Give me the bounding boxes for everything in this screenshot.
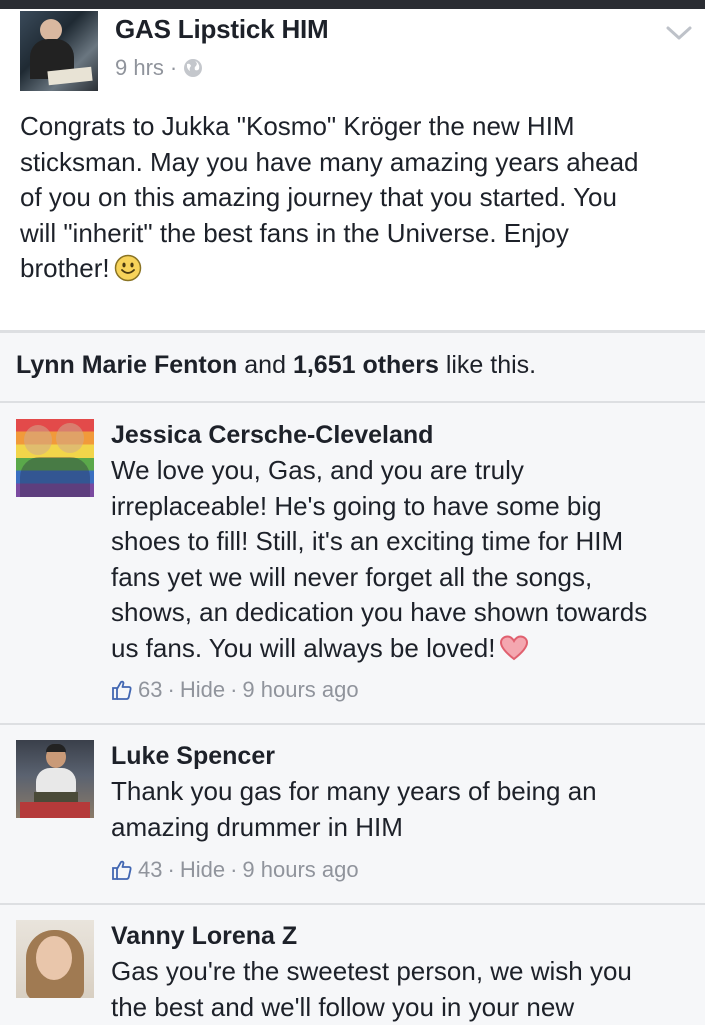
post-author-name[interactable]: GAS Lipstick HIM <box>115 14 329 45</box>
post-body-line: Congrats to Jukka "Kosmo" Kröger the new… <box>20 109 690 145</box>
comment-actions: 43 · Hide · 9 hours ago <box>111 857 359 883</box>
comment-actions: 63 · Hide · 9 hours ago <box>111 677 359 703</box>
likes-suffix: like this. <box>446 351 536 379</box>
commenter-name[interactable]: Jessica Cersche-Cleveland <box>111 421 433 450</box>
comment-item: Vanny Lorena Z Gas you're the sweetest p… <box>0 905 705 1024</box>
post-body-line: sticksman. May you have many amazing yea… <box>20 145 690 181</box>
thumbs-up-icon[interactable] <box>111 679 133 701</box>
commenter-avatar[interactable] <box>16 740 94 818</box>
comment-item: Jessica Cersche-Cleveland We love you, G… <box>0 403 705 723</box>
comment-time[interactable]: 9 hours ago <box>242 857 358 883</box>
post-body-line: of you on this amazing journey that you … <box>20 180 690 216</box>
comment-line: We love you, Gas, and you are truly <box>111 453 691 489</box>
comment-line: Gas you're the sweetest person, we wish … <box>111 954 691 990</box>
commenter-name[interactable]: Vanny Lorena Z <box>111 922 297 951</box>
hide-link[interactable]: Hide <box>180 677 225 703</box>
comment-line: irreplaceable! He's going to have some b… <box>111 489 691 525</box>
comment-text: Thank you gas for many years of being an… <box>111 774 691 845</box>
globe-icon <box>183 58 203 78</box>
comment-like-count[interactable]: 43 <box>138 857 162 883</box>
post-card: GAS Lipstick HIM 9 hrs · Congrats to Juk… <box>0 9 705 330</box>
post-meta: 9 hrs · <box>115 55 203 81</box>
meta-separator: · <box>167 677 174 703</box>
post-body-line-last: brother! <box>20 251 690 287</box>
comment-line: fans yet we will never forget all the so… <box>111 560 691 596</box>
meta-separator: · <box>230 677 237 703</box>
likes-summary[interactable]: Lynn Marie Fenton and 1,651 others like … <box>0 333 705 401</box>
hide-link[interactable]: Hide <box>180 857 225 883</box>
heart-icon <box>499 634 529 662</box>
status-bar <box>0 0 705 9</box>
likes-count[interactable]: 1,651 others <box>293 351 439 379</box>
post-body-line: will "inherit" the best fans in the Univ… <box>20 216 690 252</box>
likes-and: and <box>244 351 286 379</box>
comment-time[interactable]: 9 hours ago <box>242 677 358 703</box>
comment-like-count[interactable]: 63 <box>138 677 162 703</box>
comment-text: Gas you're the sweetest person, we wish … <box>111 954 691 1025</box>
commenter-avatar[interactable] <box>16 419 94 497</box>
post-body: Congrats to Jukka "Kosmo" Kröger the new… <box>20 109 690 287</box>
comment-line-last: us fans. You will always be loved! <box>111 631 691 667</box>
smile-icon <box>114 254 142 282</box>
meta-separator: · <box>230 857 237 883</box>
comment-line: shoes to fill! Still, it's an exciting t… <box>111 524 691 560</box>
comment-line: the best and we'll follow you in your ne… <box>111 990 691 1025</box>
comment-text: We love you, Gas, and you are truly irre… <box>111 453 691 666</box>
post-time[interactable]: 9 hrs <box>115 55 164 81</box>
comment-line: amazing drummer in HIM <box>111 810 691 846</box>
meta-separator: · <box>170 55 177 81</box>
comment-line: shows, an dedication you have shown towa… <box>111 595 691 631</box>
comment-item: Luke Spencer Thank you gas for many year… <box>0 725 705 903</box>
likes-text: Lynn Marie Fenton and 1,651 others like … <box>16 351 536 380</box>
likes-first-name[interactable]: Lynn Marie Fenton <box>16 351 237 379</box>
comment-line: Thank you gas for many years of being an <box>111 774 691 810</box>
thumbs-up-icon[interactable] <box>111 859 133 881</box>
chevron-down-icon[interactable] <box>664 21 694 45</box>
post-author-avatar[interactable] <box>20 11 98 91</box>
commenter-avatar[interactable] <box>16 920 94 998</box>
comment-line: us fans. You will always be loved! <box>111 633 495 663</box>
post-body-line: brother! <box>20 253 110 283</box>
commenter-name[interactable]: Luke Spencer <box>111 742 275 771</box>
meta-separator: · <box>167 857 174 883</box>
